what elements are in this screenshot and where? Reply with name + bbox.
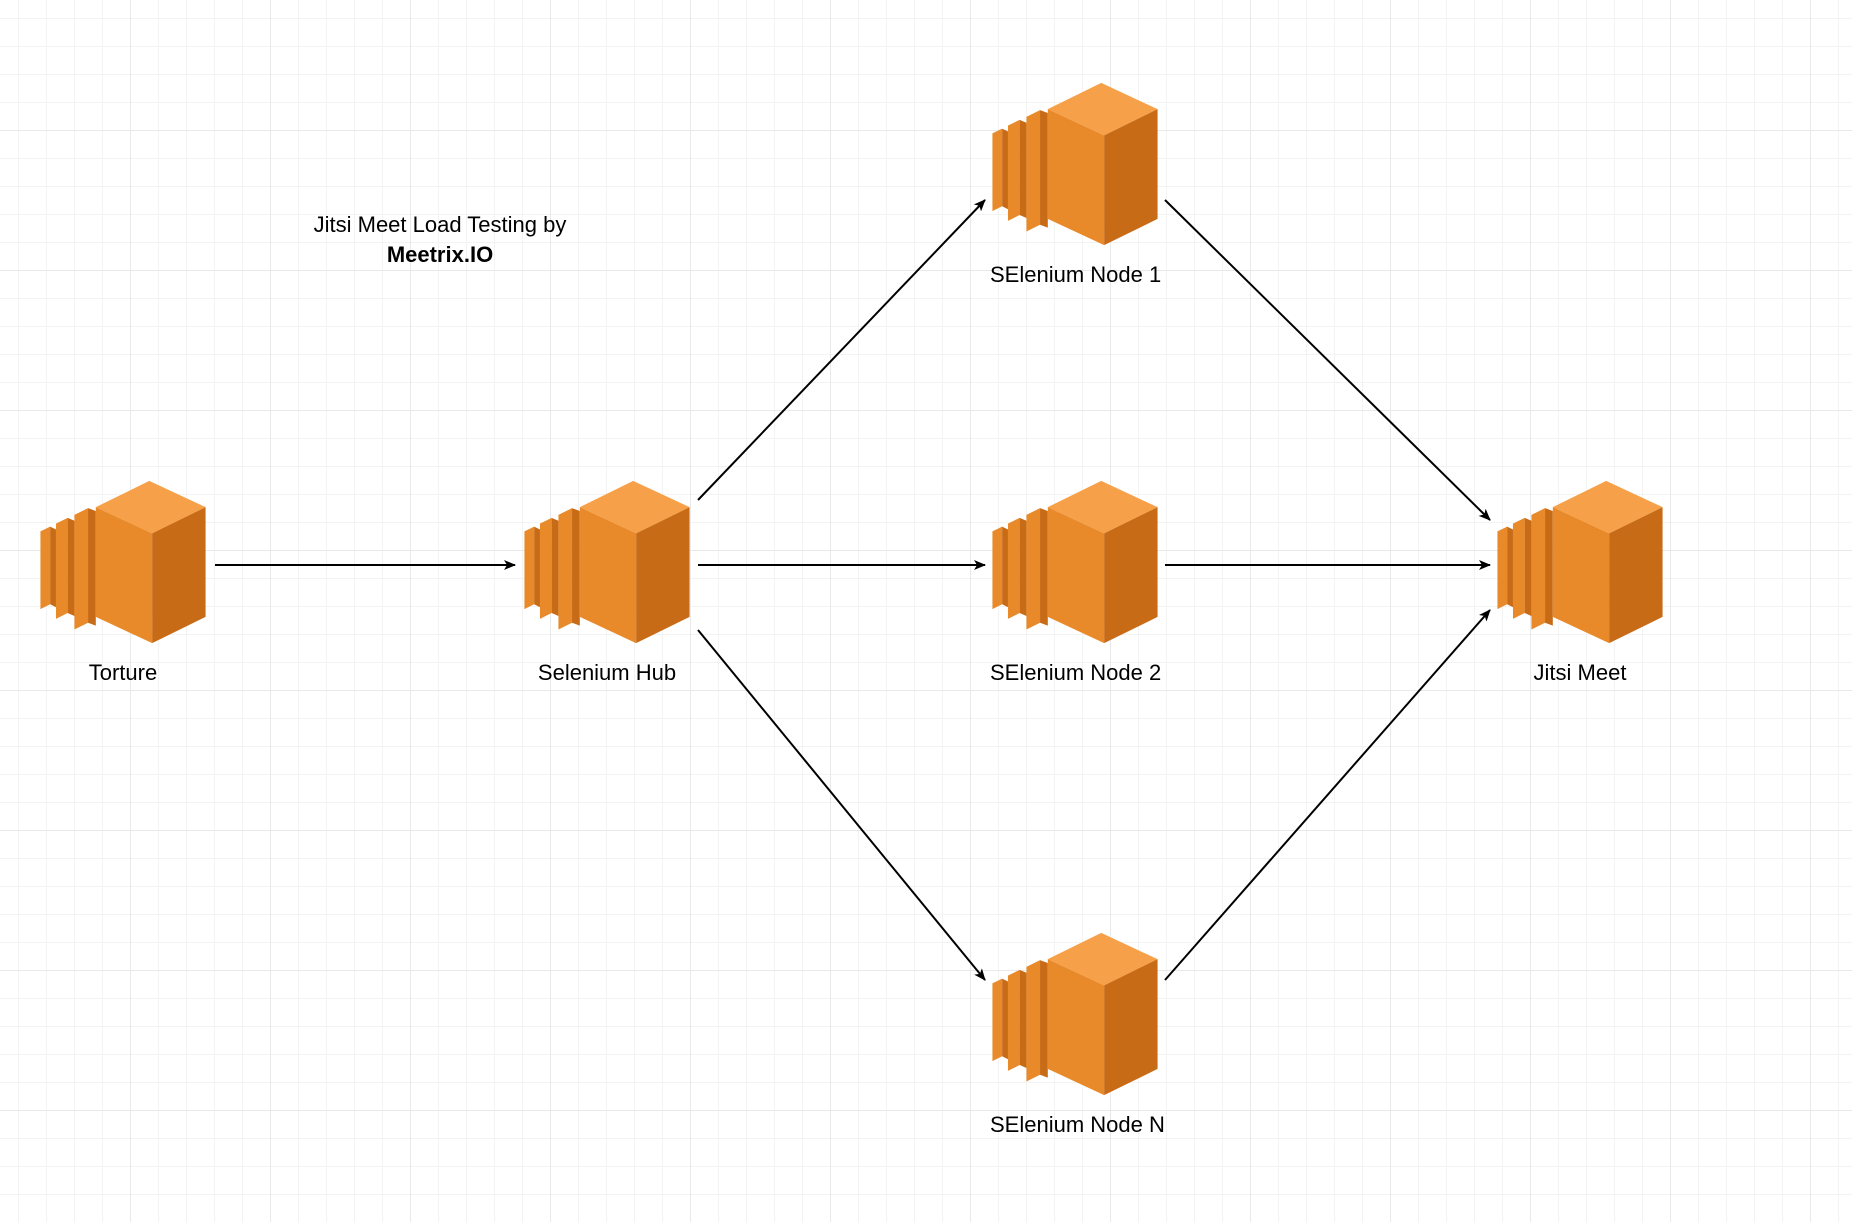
node-label: SElenium Node 2 bbox=[990, 660, 1160, 686]
title-brand: Meetrix.IO bbox=[387, 242, 493, 267]
ec2-icon bbox=[1495, 478, 1665, 648]
ec2-icon bbox=[990, 930, 1160, 1100]
node-selenium-node-1: SElenium Node 1 bbox=[990, 80, 1160, 288]
node-label: SElenium Node N bbox=[990, 1112, 1160, 1138]
node-selenium-node-2: SElenium Node 2 bbox=[990, 478, 1160, 686]
ec2-icon bbox=[522, 478, 692, 648]
ec2-icon bbox=[38, 478, 208, 648]
diagram-canvas: Jitsi Meet Load Testing by Meetrix.IO To… bbox=[0, 0, 1852, 1222]
node-jitsi-meet: Jitsi Meet bbox=[1495, 478, 1665, 686]
title-line1: Jitsi Meet Load Testing by bbox=[314, 212, 567, 237]
node-label: Torture bbox=[38, 660, 208, 686]
ec2-icon bbox=[990, 80, 1160, 250]
node-torture: Torture bbox=[38, 478, 208, 686]
diagram-title: Jitsi Meet Load Testing by Meetrix.IO bbox=[270, 210, 610, 269]
ec2-icon bbox=[990, 478, 1160, 648]
node-label: Selenium Hub bbox=[522, 660, 692, 686]
node-label: Jitsi Meet bbox=[1495, 660, 1665, 686]
node-selenium-hub: Selenium Hub bbox=[522, 478, 692, 686]
node-label: SElenium Node 1 bbox=[990, 262, 1160, 288]
node-selenium-node-n: SElenium Node N bbox=[990, 930, 1160, 1138]
